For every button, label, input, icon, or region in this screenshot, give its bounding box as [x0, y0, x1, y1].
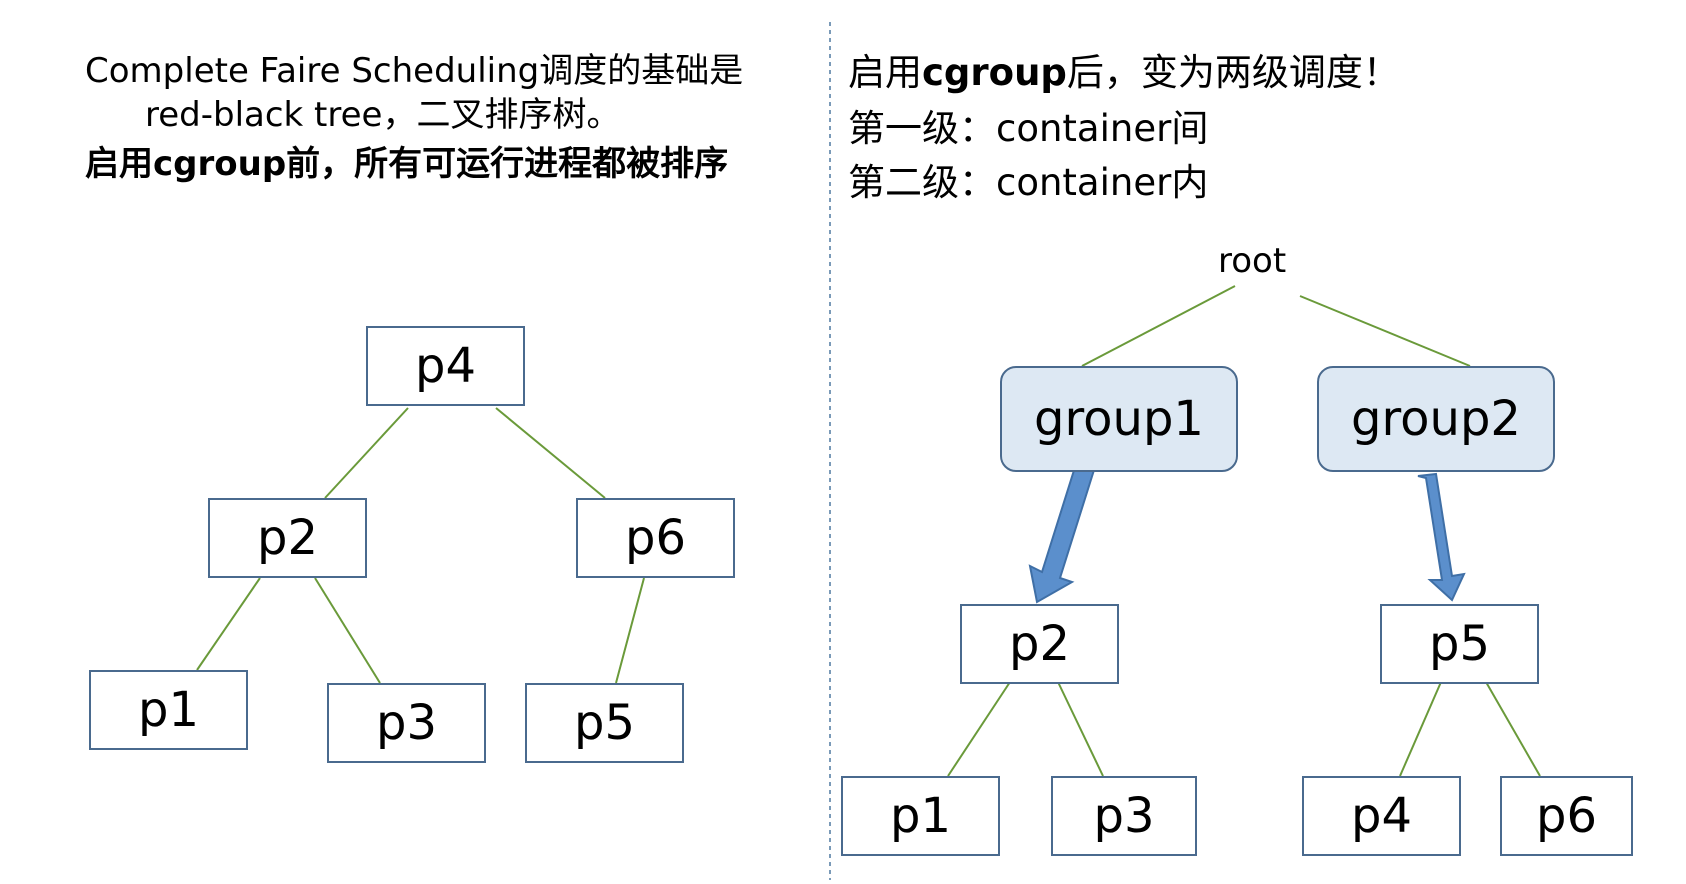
left-title-line1: Complete Faire Scheduling调度的基础是 — [85, 51, 744, 91]
g1-node-p1: p1 — [841, 776, 1000, 856]
left-node-p6: p6 — [576, 498, 735, 578]
edge-p4-p2 — [324, 407, 409, 499]
edge-p6-p5 — [615, 577, 645, 684]
edge-g1p2-p1 — [947, 681, 1011, 777]
g1-node-p3: p3 — [1051, 776, 1197, 856]
right-level1-text: 第一级：container间 — [848, 107, 1209, 150]
edge-g2p5-p4 — [1399, 681, 1442, 777]
left-title-line3: 启用cgroup前，所有可运行进程都被排序 — [85, 144, 729, 184]
left-node-p4: p4 — [366, 326, 525, 406]
edge-p4-p6 — [495, 407, 606, 499]
right-title-suffix: 后，变为两级调度！ — [1066, 51, 1400, 94]
left-title-line2: red-black tree，二叉排序树。 — [145, 95, 621, 135]
edge-p2-p1 — [196, 577, 261, 671]
g2-node-p6: p6 — [1500, 776, 1633, 856]
right-title-prefix: 启用 — [848, 51, 922, 94]
left-node-p1: p1 — [89, 670, 248, 750]
group1-node: group1 — [1000, 366, 1238, 472]
group2-node: group2 — [1317, 366, 1555, 472]
left-node-p2: p2 — [208, 498, 367, 578]
right-title-bold: cgroup — [922, 51, 1067, 94]
g2-node-p5: p5 — [1380, 604, 1539, 684]
arrow-group1-to-p2 — [1028, 463, 1096, 604]
edge-g1p2-p3 — [1057, 681, 1104, 777]
left-node-p3: p3 — [327, 683, 486, 763]
edge-root-group2 — [1299, 295, 1471, 367]
right-tree-edges — [947, 285, 1541, 777]
arrow-group2-to-p5 — [1417, 472, 1466, 602]
edge-p2-p3 — [314, 577, 381, 684]
g2-node-p4: p4 — [1302, 776, 1461, 856]
right-level2-text: 第二级：container内 — [848, 161, 1209, 204]
edge-g2p5-p6 — [1485, 681, 1541, 777]
g1-node-p2: p2 — [960, 604, 1119, 684]
left-node-p5: p5 — [525, 683, 684, 763]
right-title: 启用cgroup后，变为两级调度！ — [848, 50, 1400, 96]
edge-root-group1 — [1081, 285, 1236, 367]
root-label: root — [1218, 241, 1287, 281]
